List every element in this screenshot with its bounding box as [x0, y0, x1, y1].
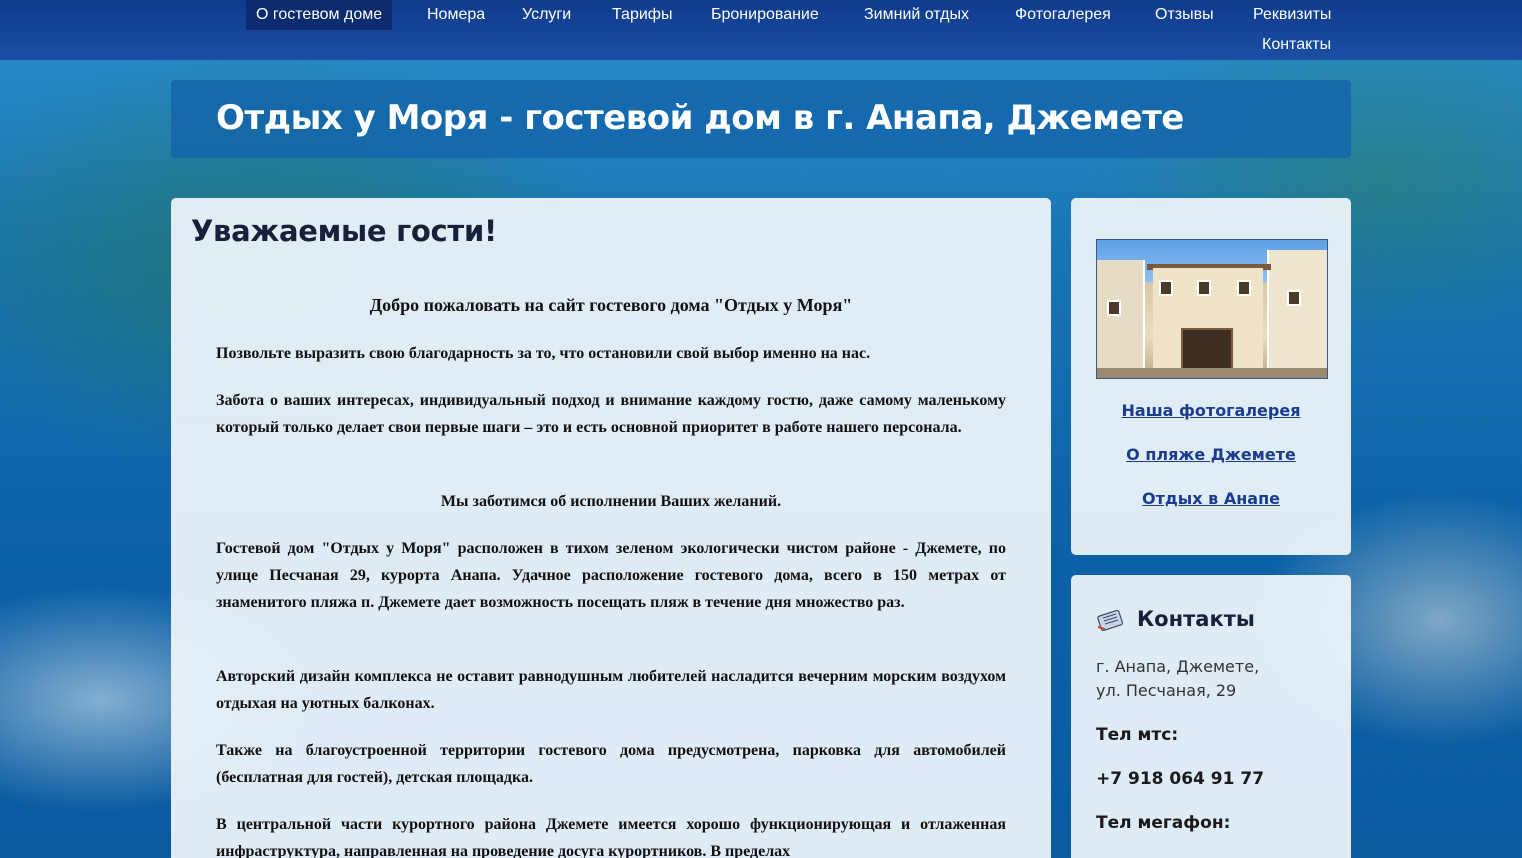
- address-line-1: г. Анапа, Джемете,: [1096, 657, 1260, 676]
- design-paragraph: Авторский дизайн комплекса не оставит ра…: [216, 668, 1006, 712]
- top-navigation: О гостевом доме Номера Услуги Тарифы Бро…: [0, 0, 1522, 60]
- territory-paragraph: Также на благоустроенной территории гост…: [216, 742, 1006, 786]
- welcome-paragraph: Добро пожаловать на сайт гостевого дома …: [369, 295, 853, 315]
- nav-item-reviews[interactable]: Отзывы: [1145, 0, 1224, 30]
- anapa-link[interactable]: Отдых в Анапе: [1071, 489, 1351, 508]
- nav-item-requisites[interactable]: Реквизиты: [1243, 0, 1341, 30]
- gratitude-paragraph: Позвольте выразить свою благодарность за…: [216, 345, 871, 362]
- nav-item-services[interactable]: Услуги: [512, 0, 581, 30]
- mts-label: Тел мтс:: [1096, 725, 1179, 745]
- phone-book-icon: [1097, 609, 1124, 631]
- nav-item-booking[interactable]: Бронирование: [701, 0, 829, 30]
- main-content: Уважаемые гости! Добро пожаловать на сай…: [171, 198, 1051, 858]
- sidebar-gallery-panel: Наша фотогалерея О пляже Джемете Отдых в…: [1071, 198, 1351, 555]
- wishes-paragraph: Мы заботимся об исполнении Ваших желаний…: [440, 493, 782, 510]
- contacts-panel: Контакты г. Анапа, Джемете, ул. Песчаная…: [1071, 575, 1351, 858]
- address: г. Анапа, Джемете, ул. Песчаная, 29: [1096, 655, 1259, 703]
- guesthouse-photo[interactable]: [1096, 239, 1328, 379]
- infrastructure-paragraph: В центральной части курортного района Дж…: [216, 816, 1006, 858]
- address-line-2: ул. Песчаная, 29: [1096, 681, 1237, 700]
- location-paragraph: Гостевой дом "Отдых у Моря" расположен в…: [216, 540, 1006, 611]
- nav-item-about[interactable]: О гостевом доме: [246, 0, 393, 30]
- site-title: Отдых у Моря - гостевой дом в г. Анапа, …: [216, 98, 1184, 138]
- nav-item-winter[interactable]: Зимний отдых: [854, 0, 979, 30]
- megafon-label: Тел мегафон:: [1096, 813, 1231, 833]
- mts-phone[interactable]: +7 918 064 91 77: [1096, 769, 1264, 789]
- contacts-heading: Контакты: [1137, 607, 1255, 631]
- nav-item-rates[interactable]: Тарифы: [602, 0, 682, 30]
- page-heading: Уважаемые гости!: [191, 214, 497, 248]
- gallery-link[interactable]: Наша фотогалерея: [1071, 401, 1351, 420]
- title-banner: Отдых у Моря - гостевой дом в г. Анапа, …: [171, 80, 1351, 158]
- beach-link[interactable]: О пляже Джемете: [1071, 445, 1351, 464]
- nav-item-gallery[interactable]: Фотогалерея: [1005, 0, 1121, 30]
- nav-item-contacts[interactable]: Контакты: [1252, 30, 1341, 60]
- nav-item-rooms[interactable]: Номера: [417, 0, 495, 30]
- care-paragraph: Забота о ваших интересах, индивидуальный…: [216, 392, 1006, 436]
